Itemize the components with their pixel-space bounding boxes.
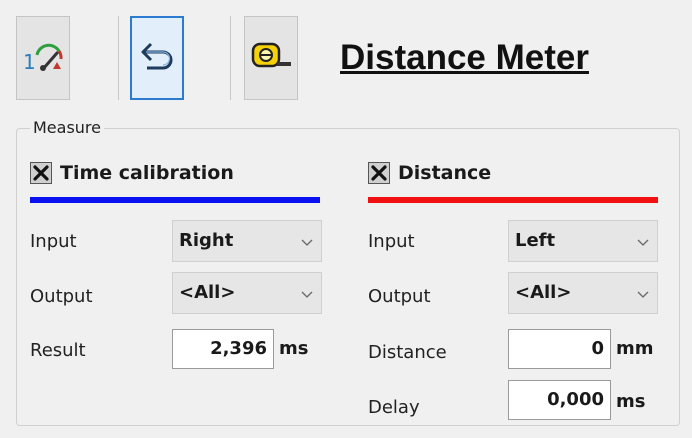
chevron-down-icon	[637, 291, 649, 298]
time-input-select[interactable]: Right	[172, 220, 322, 262]
gauge-calibrate-icon: 1	[21, 39, 65, 77]
distance-value: 0	[591, 338, 604, 359]
time-input-label: Input	[30, 231, 77, 252]
chevron-down-icon	[301, 291, 313, 298]
distance-output-select[interactable]: <All>	[508, 272, 658, 314]
delay-label: Delay	[368, 397, 420, 418]
distance-unit: mm	[616, 338, 654, 359]
delay-field[interactable]: 0,000	[508, 380, 611, 420]
distance-input-select[interactable]: Left	[508, 220, 658, 262]
distance-output-label: Output	[368, 286, 431, 307]
delay-value: 0,000	[547, 389, 604, 410]
chevron-down-icon	[301, 239, 313, 246]
time-calibration-checkbox[interactable]	[30, 162, 52, 184]
distance-value-field[interactable]: 0	[508, 329, 611, 369]
distance-title: Distance	[398, 162, 492, 184]
tape-measure-icon	[249, 41, 293, 75]
time-result-unit: ms	[279, 338, 309, 359]
time-calibration-accent-line	[30, 197, 320, 203]
time-calibration-title: Time calibration	[60, 162, 234, 184]
page-title: Distance Meter	[340, 38, 589, 77]
time-output-select[interactable]: <All>	[172, 272, 322, 314]
measure-group-label: Measure	[30, 118, 104, 137]
time-result-value: 2,396	[210, 338, 267, 359]
time-result-field: 2,396	[172, 329, 274, 369]
time-output-value: <All>	[179, 282, 236, 303]
distance-input-label: Input	[368, 231, 415, 252]
distance-output-value: <All>	[515, 282, 572, 303]
calibrate-button[interactable]: 1	[16, 16, 70, 100]
x-mark-icon	[371, 165, 387, 181]
time-output-label: Output	[30, 286, 93, 307]
time-calibration-header: Time calibration	[30, 160, 234, 186]
distance-input-value: Left	[515, 230, 556, 251]
distance-value-label: Distance	[368, 342, 447, 363]
distance-header: Distance	[368, 160, 491, 186]
distance-accent-line	[368, 197, 658, 203]
time-input-value: Right	[179, 230, 234, 251]
delay-unit: ms	[616, 391, 646, 412]
undo-arrow-icon	[137, 38, 177, 78]
distance-checkbox[interactable]	[368, 162, 390, 184]
svg-text:1: 1	[23, 50, 36, 73]
chevron-down-icon	[637, 239, 649, 246]
x-mark-icon	[33, 165, 49, 181]
time-result-label: Result	[30, 340, 86, 361]
distance-meter-button[interactable]	[244, 16, 298, 100]
undo-button[interactable]	[130, 16, 184, 100]
